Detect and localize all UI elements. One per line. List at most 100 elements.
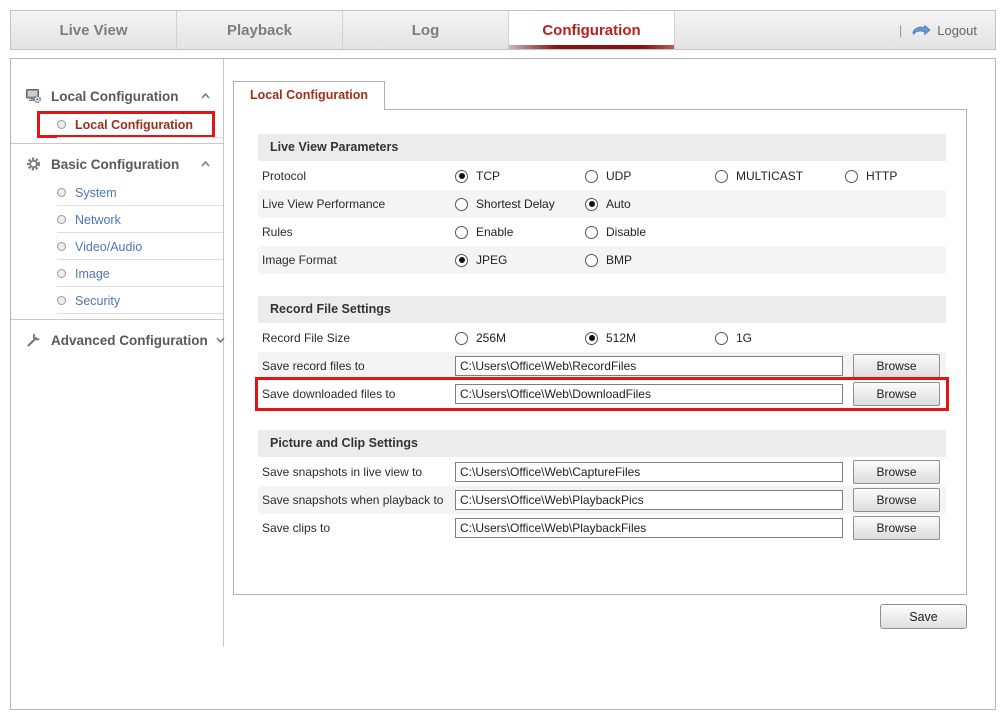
radio-option-tcp[interactable]: TCP — [455, 169, 585, 183]
radio-option-disable[interactable]: Disable — [585, 225, 715, 239]
radio-input[interactable] — [845, 170, 858, 183]
section-title: Live View Parameters — [258, 134, 946, 161]
monitor-gear-icon — [25, 88, 42, 104]
radio-label: UDP — [606, 169, 631, 183]
radio-label: Enable — [476, 225, 513, 239]
browse-button[interactable]: Browse — [853, 488, 940, 512]
bullet-icon — [57, 242, 66, 251]
section-title: Picture and Clip Settings — [258, 430, 946, 457]
form-row-save-downloaded-files: Save downloaded files to Browse — [258, 380, 946, 408]
sidebar-item-label: Image — [75, 267, 110, 281]
radio-option-1g[interactable]: 1G — [715, 331, 845, 345]
radio-input[interactable] — [455, 198, 468, 211]
chevron-down-icon — [215, 336, 226, 344]
section-title: Record File Settings — [258, 296, 946, 323]
gear-icon — [25, 156, 42, 172]
sidebar-group-label: Advanced Configuration — [51, 333, 208, 348]
tab-live-view[interactable]: Live View — [11, 11, 177, 49]
radio-label: 1G — [736, 331, 752, 345]
radio-option-shortest-delay[interactable]: Shortest Delay — [455, 197, 585, 211]
radio-input[interactable] — [455, 254, 468, 267]
field-label: Save downloaded files to — [262, 387, 455, 401]
form-row-save-clips: Save clips to Browse — [258, 514, 946, 542]
radio-input[interactable] — [455, 332, 468, 345]
radio-input[interactable] — [585, 198, 598, 211]
field-label: Protocol — [262, 169, 455, 183]
save-record-files-input[interactable] — [455, 356, 843, 376]
bullet-icon — [57, 120, 66, 129]
radio-option-multicast[interactable]: MULTICAST — [715, 169, 845, 183]
save-button-row: Save — [233, 604, 967, 629]
radio-input[interactable] — [585, 170, 598, 183]
field-label: Rules — [262, 225, 455, 239]
radio-option-enable[interactable]: Enable — [455, 225, 585, 239]
sidebar-item-image[interactable]: Image — [11, 260, 223, 287]
radio-input[interactable] — [715, 332, 728, 345]
radio-option-512m[interactable]: 512M — [585, 331, 715, 345]
save-clips-input[interactable] — [455, 518, 843, 538]
sidebar-item-security[interactable]: Security — [11, 287, 223, 314]
radio-input[interactable] — [455, 226, 468, 239]
tab-configuration[interactable]: Configuration — [509, 11, 675, 49]
bullet-icon — [57, 296, 66, 305]
radio-option-bmp[interactable]: BMP — [585, 253, 715, 267]
section-record-file-settings: Record File Settings Record File Size 25… — [258, 296, 946, 408]
sidebar-divider — [11, 319, 223, 320]
save-snapshots-playback-input[interactable] — [455, 490, 843, 510]
form-row-save-snapshots-live-view: Save snapshots in live view to Browse — [258, 458, 946, 486]
sidebar-group-advanced-configuration[interactable]: Advanced Configuration — [11, 325, 223, 355]
radio-input[interactable] — [585, 254, 598, 267]
sidebar-item-label: Network — [75, 213, 121, 227]
radio-label: HTTP — [866, 169, 897, 183]
browse-button[interactable]: Browse — [853, 354, 940, 378]
radio-label: Shortest Delay — [476, 197, 555, 211]
radio-input[interactable] — [715, 170, 728, 183]
radio-label: MULTICAST — [736, 169, 803, 183]
radio-input[interactable] — [455, 170, 468, 183]
browse-button[interactable]: Browse — [853, 516, 940, 540]
bullet-icon — [57, 215, 66, 224]
sidebar-item-local-configuration[interactable]: Local Configuration — [11, 111, 223, 138]
tab-log[interactable]: Log — [343, 11, 509, 49]
sidebar-item-video-audio[interactable]: Video/Audio — [11, 233, 223, 260]
sidebar-group-label: Local Configuration — [51, 89, 179, 104]
sidebar-group-label: Basic Configuration — [51, 157, 179, 172]
sidebar-item-label: Local Configuration — [75, 118, 193, 132]
radio-option-http[interactable]: HTTP — [845, 169, 975, 183]
radio-input[interactable] — [585, 226, 598, 239]
radio-option-jpeg[interactable]: JPEG — [455, 253, 585, 267]
tab-playback[interactable]: Playback — [177, 11, 343, 49]
nav-separator: | — [899, 23, 902, 38]
tab-local-configuration-page[interactable]: Local Configuration — [233, 81, 385, 110]
browse-button[interactable]: Browse — [853, 460, 940, 484]
settings-panel: Live View Parameters Protocol TCP UDP — [233, 109, 967, 595]
tab-label: Live View — [59, 22, 127, 39]
radio-label: Auto — [606, 197, 631, 211]
tab-label: Configuration — [542, 22, 640, 39]
save-downloaded-files-input[interactable] — [455, 384, 843, 404]
radio-input[interactable] — [585, 332, 598, 345]
field-label: Save snapshots in live view to — [262, 465, 455, 479]
content-area: Local Configuration Local Configuration … — [10, 58, 996, 710]
radio-label: 512M — [606, 331, 636, 345]
sidebar-group-local-configuration[interactable]: Local Configuration — [11, 81, 223, 111]
save-button[interactable]: Save — [880, 604, 967, 629]
sidebar-group-basic-configuration[interactable]: Basic Configuration — [11, 149, 223, 179]
field-label: Save record files to — [262, 359, 455, 373]
radio-label: BMP — [606, 253, 632, 267]
radio-option-256m[interactable]: 256M — [455, 331, 585, 345]
browse-button[interactable]: Browse — [853, 382, 940, 406]
save-snapshots-live-view-input[interactable] — [455, 462, 843, 482]
radio-option-auto[interactable]: Auto — [585, 197, 715, 211]
radio-label: 256M — [476, 331, 506, 345]
bullet-icon — [57, 188, 66, 197]
sidebar-item-system[interactable]: System — [11, 179, 223, 206]
sidebar-item-label: Security — [75, 294, 120, 308]
form-row-protocol: Protocol TCP UDP MULTICAST — [258, 162, 946, 190]
sidebar-item-network[interactable]: Network — [11, 206, 223, 233]
field-label: Live View Performance — [262, 197, 455, 211]
wrench-icon — [25, 332, 42, 348]
logout-button[interactable]: Logout — [911, 23, 977, 38]
radio-option-udp[interactable]: UDP — [585, 169, 715, 183]
field-label: Record File Size — [262, 331, 455, 345]
